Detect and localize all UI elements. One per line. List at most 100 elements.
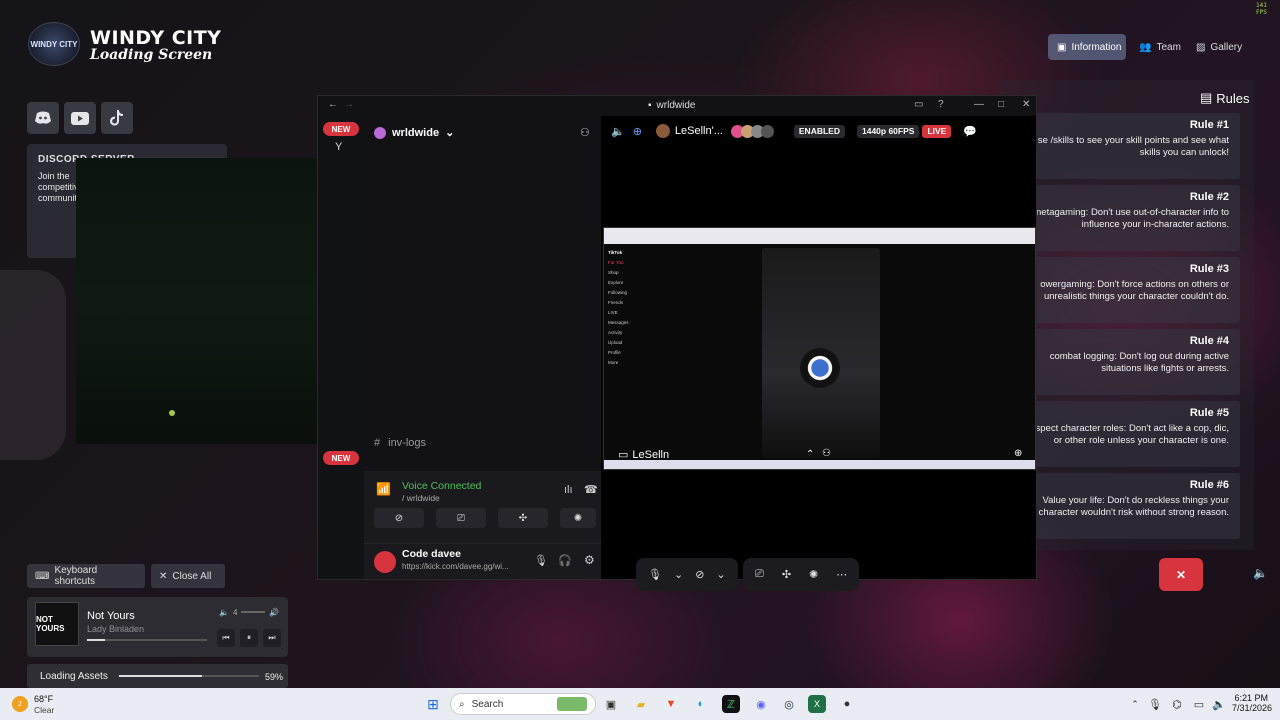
chat-icon[interactable]: 💬 [963,125,977,138]
call-action-controls: ⎚ ✣ ✺ ⋯ [743,558,860,591]
streamer-name[interactable]: LeSelln'... [675,125,723,137]
leave-call-icon: ✕ [1175,567,1187,582]
signal-icon: 📶 [376,482,391,496]
background-figure [0,270,66,460]
disconnect-icon[interactable]: ☎ [584,483,598,496]
chevron-up-icon[interactable]: ⌃ [806,449,814,460]
brave-icon[interactable]: ▼ [662,695,680,713]
username[interactable]: Code davee [402,548,461,560]
add-member-icon[interactable]: ⚇ [580,126,590,139]
back-icon[interactable]: ← [328,99,338,110]
pause-button[interactable]: ⏸ [240,629,258,647]
volume-icon[interactable]: 🔈 [1253,566,1268,580]
soundboard-button[interactable]: ✺ [560,508,596,528]
screen-share-stream[interactable]: TikTok For You Shop Explore Following Fr… [603,227,1036,470]
user-panel: Code davee https://kick.com/davee.gg/wi.… [364,543,601,579]
volume-control[interactable]: 🔈 4 🔊 [219,606,279,618]
discord-icon[interactable]: ◉ [752,695,770,713]
activities-icon[interactable]: ✣ [782,568,791,581]
task-view-icon[interactable]: ▣ [602,695,620,713]
webcam-indicator [169,410,175,416]
server-header[interactable]: wrldwide ⌄ [374,126,454,139]
hashtag-icon: # [374,437,381,449]
next-track-button[interactable]: ⏭ [263,629,281,647]
tab-team[interactable]: 👥 Team [1130,34,1184,60]
noise-suppression-icon[interactable]: ılı [564,484,573,496]
leave-call-button[interactable]: ✕ [1159,558,1203,591]
microphone-icon[interactable]: 🎙 [534,554,548,567]
chevron-down-icon[interactable]: ⌄ [674,568,683,581]
user-status: https://kick.com/davee.gg/wi... [402,562,509,571]
youtube-button[interactable] [64,102,96,134]
voice-server[interactable]: / wrldwide [402,493,440,503]
book-icon: ▤ [1200,90,1213,105]
globe-icon: ⊕ [632,125,642,138]
maximize-icon[interactable]: □ [998,99,1004,110]
settings-gear-icon[interactable]: ⚙ [584,553,595,567]
live-badge-label: LIVE [927,126,947,136]
team-icon: 👥 [1139,41,1152,53]
weather-icon[interactable]: 2 [12,696,28,712]
speaker-icon[interactable]: 🔈 [1210,695,1228,713]
rule-text: netagaming: Don't use out-of-character i… [1036,207,1229,230]
forward-icon[interactable]: → [344,99,354,110]
discord-icon [35,111,51,124]
help-icon[interactable]: ? [938,99,944,110]
chevron-up-icon[interactable]: ⌃ [1126,695,1144,713]
microphone-icon[interactable]: 🎙 [648,568,662,581]
headphones-icon[interactable]: 🎧 [558,554,572,567]
previous-track-button[interactable]: ⏮ [217,629,235,647]
system-clock[interactable]: 6:21 PM 7/31/2026 [1232,693,1272,713]
speaker-icon[interactable]: 🔈 [611,125,625,138]
display-icon[interactable]: ▭ [1190,695,1208,713]
stream-nav-item: Messages [608,320,629,325]
rule-text: combat logging: Don't log out during act… [1049,351,1229,374]
tiktok-button[interactable] [101,102,133,134]
close-window-icon[interactable]: ✕ [1022,99,1030,110]
avatar[interactable] [374,551,396,573]
camera-off-icon[interactable]: ⊘ [695,568,704,581]
next-icon: ⏭ [268,633,276,642]
camera-off-button[interactable]: ⊘ [374,508,424,528]
notification-count: 2 [18,700,22,708]
edge-icon[interactable]: ◐ [692,695,710,713]
close-all-button[interactable]: ✕ Close All [151,564,225,588]
steam-icon[interactable]: ◎ [780,695,798,713]
window-titlebar[interactable]: ← → ▪ wrldwide ▭ ? — □ ✕ [318,96,1036,116]
more-icon[interactable]: ⋯ [836,568,847,581]
minimize-icon[interactable]: — [974,99,984,110]
file-explorer-icon[interactable]: ▰ [632,695,650,713]
server-logo: WINDY CITY [28,22,80,66]
activities-button[interactable]: ✣ [498,508,548,528]
volume-slider[interactable] [241,611,266,613]
microphone-icon[interactable]: 🎙 [1146,695,1164,713]
screen-share-icon[interactable]: ⎚ [755,568,764,581]
inbox-icon[interactable]: ▭ [914,99,923,110]
discord-button[interactable] [27,102,59,134]
voice-status[interactable]: Voice Connected [402,480,481,492]
song-progress[interactable] [87,639,207,641]
keyboard-shortcuts-button[interactable]: ⌨ Keyboard shortcuts [27,564,145,588]
stream-owner-name: LeSelln [632,448,670,461]
people-icon[interactable]: ⚇ [822,448,831,459]
zoom-icon[interactable]: ⊕ [1014,448,1022,459]
soundboard-icon[interactable]: ✺ [809,568,818,581]
chevron-down-icon[interactable]: ⌄ [716,568,725,581]
close-icon: ✕ [159,570,168,582]
tab-information[interactable]: ▣ Information [1048,34,1126,60]
terminal-icon[interactable]: ℤ [722,695,740,713]
weather-temp[interactable]: 68°F [34,694,53,704]
call-media-controls: 🎙 ⌄ ⊘ ⌄ [636,558,738,591]
taskbar-search[interactable]: ⌕ Search [450,693,596,715]
server-initial[interactable]: Y [335,141,342,153]
start-icon[interactable]: ⊞ [424,695,442,713]
tab-gallery[interactable]: ▨ Gallery [1187,34,1249,60]
app-icon[interactable]: ● [838,695,856,713]
channel-item[interactable]: # inv-logs [374,437,426,449]
network-icon[interactable]: ⌬ [1168,695,1186,713]
stream-nav-item: More [608,360,619,365]
soundboard-icon: ✺ [573,512,583,524]
excel-icon[interactable]: X [808,695,826,713]
screen-share-button[interactable]: ⎚ [436,508,486,528]
keyboard-shortcuts-label: Keyboard shortcuts [54,565,98,587]
